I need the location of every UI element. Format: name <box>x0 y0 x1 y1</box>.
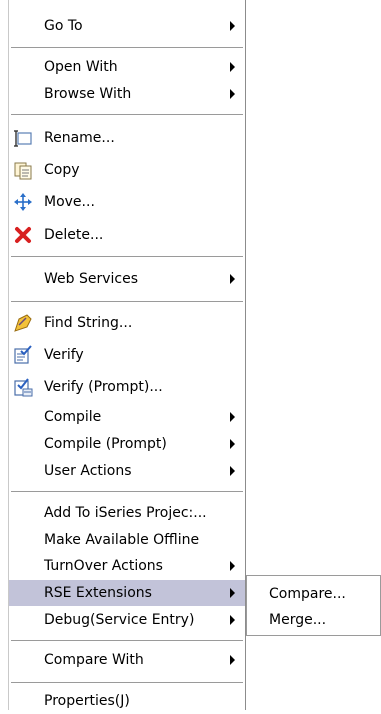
rse-extensions-submenu: Compare... Merge... <box>246 575 381 636</box>
menu-item-compile-prompt[interactable]: Compile (Prompt) <box>9 431 245 457</box>
submenu-arrow-icon <box>230 274 235 284</box>
submenu-arrow-icon <box>230 561 235 571</box>
menu-item-compile[interactable]: Compile <box>9 404 245 430</box>
menu-item-properties[interactable]: Properties(J) <box>9 688 245 714</box>
menu-item-move[interactable]: Move... <box>9 189 245 215</box>
menu-item-turnover-actions[interactable]: TurnOver Actions <box>9 553 245 579</box>
menu-item-user-actions[interactable]: User Actions <box>9 458 245 484</box>
menu-item-debug-service-entry[interactable]: Debug(Service Entry) <box>9 607 245 633</box>
menu-item-open-with[interactable]: Open With <box>9 54 245 80</box>
menu-item-find-string[interactable]: Find String... <box>9 310 245 336</box>
menu-item-label: Compare With <box>44 652 144 668</box>
menu-item-label: Properties(J) <box>44 693 130 709</box>
menu-item-go-to[interactable]: Go To <box>9 13 245 39</box>
menu-item-copy[interactable]: Copy <box>9 157 245 183</box>
menu-separator <box>11 682 243 684</box>
submenu-arrow-icon <box>230 21 235 31</box>
verify-icon <box>13 345 33 365</box>
menu-item-label: RSE Extensions <box>44 585 152 601</box>
menu-item-label: Browse With <box>44 86 132 102</box>
menu-item-rename[interactable]: Rename... <box>9 125 245 151</box>
menu-item-label: Make Available Offline <box>44 532 200 548</box>
menu-item-label: Compile (Prompt) <box>44 436 167 452</box>
menu-separator <box>11 301 243 303</box>
menu-item-make-available-offline[interactable]: Make Available Offline <box>9 527 245 553</box>
menu-separator <box>11 256 243 258</box>
menu-item-label: Open With <box>44 59 118 75</box>
move-icon <box>13 192 33 212</box>
submenu-arrow-icon <box>230 439 235 449</box>
submenu-arrow-icon <box>230 62 235 72</box>
menu-item-label: Copy <box>44 162 80 178</box>
menu-item-label: Web Services <box>44 271 139 287</box>
menu-separator <box>11 114 243 116</box>
submenu-arrow-icon <box>230 466 235 476</box>
submenu-item-compare[interactable]: Compare... <box>247 581 380 607</box>
find-string-icon <box>13 313 33 333</box>
submenu-arrow-icon <box>230 655 235 665</box>
menu-item-label: Delete... <box>44 227 104 243</box>
submenu-item-label: Merge... <box>269 612 327 628</box>
delete-icon <box>13 225 33 245</box>
verify-prompt-icon <box>13 377 33 397</box>
menu-item-label: Add To iSeries Projec:... <box>44 505 207 521</box>
menu-item-label: Compile <box>44 409 102 425</box>
menu-separator <box>11 47 243 49</box>
submenu-arrow-icon <box>230 89 235 99</box>
menu-item-verify[interactable]: Verify <box>9 342 245 368</box>
menu-item-verify-prompt[interactable]: Verify (Prompt)... <box>9 374 245 400</box>
submenu-arrow-icon <box>230 412 235 422</box>
menu-item-label: Debug(Service Entry) <box>44 612 195 628</box>
menu-item-browse-with[interactable]: Browse With <box>9 81 245 107</box>
menu-separator <box>11 640 243 642</box>
menu-item-label: Go To <box>44 18 83 34</box>
menu-separator <box>11 491 243 493</box>
copy-icon <box>13 160 33 180</box>
menu-item-compare-with[interactable]: Compare With <box>9 647 245 673</box>
menu-item-web-services[interactable]: Web Services <box>9 266 245 292</box>
menu-item-rse-extensions[interactable]: RSE Extensions <box>9 580 245 606</box>
submenu-arrow-icon <box>230 588 235 598</box>
menu-item-label: Verify (Prompt)... <box>44 379 163 395</box>
menu-item-label: Rename... <box>44 130 115 146</box>
menu-item-label: Verify <box>44 347 84 363</box>
menu-item-label: User Actions <box>44 463 132 479</box>
submenu-item-merge[interactable]: Merge... <box>247 607 380 633</box>
menu-item-label: Find String... <box>44 315 133 331</box>
context-menu: Go To Open With Browse With Rename... Co… <box>8 0 246 710</box>
menu-item-delete[interactable]: Delete... <box>9 222 245 248</box>
submenu-arrow-icon <box>230 615 235 625</box>
menu-item-add-to-iseries[interactable]: Add To iSeries Projec:... <box>9 500 245 526</box>
submenu-item-label: Compare... <box>269 586 346 602</box>
rename-icon <box>13 128 33 148</box>
menu-item-label: TurnOver Actions <box>44 558 163 574</box>
menu-item-label: Move... <box>44 194 95 210</box>
